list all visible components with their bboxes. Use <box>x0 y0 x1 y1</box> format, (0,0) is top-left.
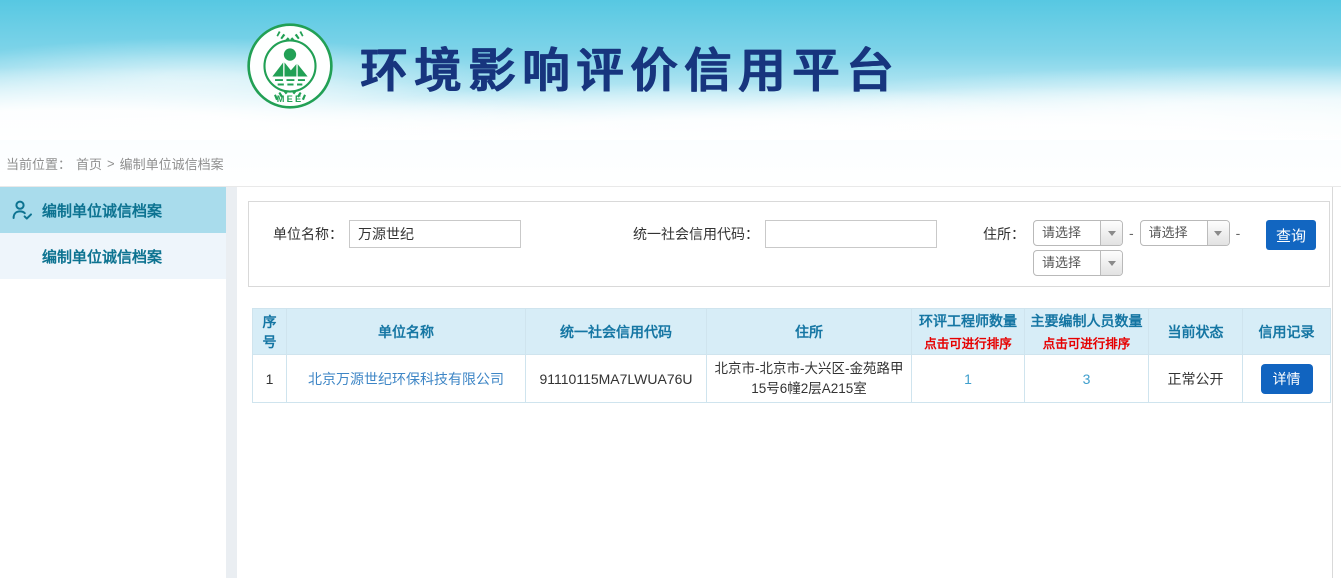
table-header-row: 序号 单位名称 统一社会信用代码 住所 环评工程师数量 点击可进行排序 主要编制… <box>253 309 1331 355</box>
header-status: 当前状态 <box>1149 309 1243 355</box>
address-city-select[interactable]: 请选择 <box>1140 220 1230 246</box>
address-field: 住所： 请选择 - 请选择 - <box>983 220 1246 276</box>
unit-name-input[interactable] <box>349 220 521 248</box>
credit-code-label: 统一社会信用代码： <box>633 220 759 248</box>
header-seq: 序号 <box>253 309 287 355</box>
staff-count-link[interactable]: 3 <box>1083 371 1091 387</box>
results-table: 序号 单位名称 统一社会信用代码 住所 环评工程师数量 点击可进行排序 主要编制… <box>252 308 1331 403</box>
user-check-icon <box>10 198 34 222</box>
site-title: 环境影响评价信用平台 <box>360 32 900 101</box>
address-selects: 请选择 - 请选择 - 请选择 <box>1033 220 1246 276</box>
company-name-link[interactable]: 北京万源世纪环保科技有限公司 <box>308 371 504 387</box>
logo-mee-text: MEE <box>277 94 304 104</box>
query-button[interactable]: 查询 <box>1266 220 1316 250</box>
search-panel: 单位名称： 统一社会信用代码： 住所： 请选择 - <box>248 201 1330 287</box>
page-body: 编制单位诚信档案 编制单位诚信档案 单位名称： 统一社会信用代码： 住所： <box>0 186 1341 578</box>
address-province-select[interactable]: 请选择 <box>1033 220 1123 246</box>
breadcrumb-current: 编制单位诚信档案 <box>120 154 224 173</box>
breadcrumb: 当前位置： 首页 > 编制单位诚信档案 <box>0 140 1341 186</box>
unit-name-label: 单位名称： <box>273 220 343 248</box>
header-credit-record: 信用记录 <box>1243 309 1331 355</box>
header-address: 住所 <box>707 309 912 355</box>
sidebar: 编制单位诚信档案 编制单位诚信档案 <box>0 187 226 578</box>
credit-code-input[interactable] <box>765 220 937 248</box>
sidebar-subitem-label: 编制单位诚信档案 <box>42 246 162 267</box>
site-header: MEE 环境影响评价信用平台 <box>0 0 1341 140</box>
sort-hint[interactable]: 点击可进行排序 <box>915 333 1021 352</box>
address-label: 住所： <box>983 220 1025 248</box>
engineer-count-link[interactable]: 1 <box>964 371 972 387</box>
sidebar-item-unit-credit-archive[interactable]: 编制单位诚信档案 <box>0 187 226 233</box>
credit-code-field: 统一社会信用代码： <box>633 220 937 248</box>
cell-address: 北京市-北京市-大兴区-金苑路甲15号6幢2层A215室 <box>707 355 912 403</box>
cell-seq: 1 <box>253 355 287 403</box>
breadcrumb-separator: > <box>107 156 115 171</box>
cell-credit-code: 91110115MA7LWUA76U <box>526 355 707 403</box>
brand: MEE 环境影响评价信用平台 <box>246 22 900 110</box>
header-staff-count-sortable[interactable]: 主要编制人员数量 点击可进行排序 <box>1025 309 1149 355</box>
chevron-down-icon[interactable] <box>1100 221 1122 245</box>
sort-hint[interactable]: 点击可进行排序 <box>1028 333 1145 352</box>
header-credit-code: 统一社会信用代码 <box>526 309 707 355</box>
chevron-down-icon[interactable] <box>1100 251 1122 275</box>
sidebar-content-divider <box>226 187 237 578</box>
header-unit-name: 单位名称 <box>287 309 526 355</box>
address-dash: - <box>1129 220 1134 246</box>
address-dash: - <box>1236 220 1241 246</box>
address-district-select[interactable]: 请选择 <box>1033 250 1123 276</box>
sidebar-item-label: 编制单位诚信档案 <box>42 200 162 221</box>
sidebar-subitem-unit-credit-archive[interactable]: 编制单位诚信档案 <box>0 233 226 279</box>
breadcrumb-label: 当前位置： <box>6 154 71 173</box>
chevron-down-icon[interactable] <box>1207 221 1229 245</box>
content-right-border <box>1332 187 1333 578</box>
detail-button[interactable]: 详情 <box>1261 364 1313 394</box>
header-engineer-count-sortable[interactable]: 环评工程师数量 点击可进行排序 <box>912 309 1025 355</box>
breadcrumb-home-link[interactable]: 首页 <box>76 154 102 173</box>
cell-status: 正常公开 <box>1149 355 1243 403</box>
table-row: 1 北京万源世纪环保科技有限公司 91110115MA7LWUA76U 北京市-… <box>253 355 1331 403</box>
mee-logo-icon: MEE <box>246 22 334 110</box>
unit-name-field: 单位名称： <box>273 220 521 248</box>
main-content: 单位名称： 统一社会信用代码： 住所： 请选择 - <box>237 187 1341 578</box>
